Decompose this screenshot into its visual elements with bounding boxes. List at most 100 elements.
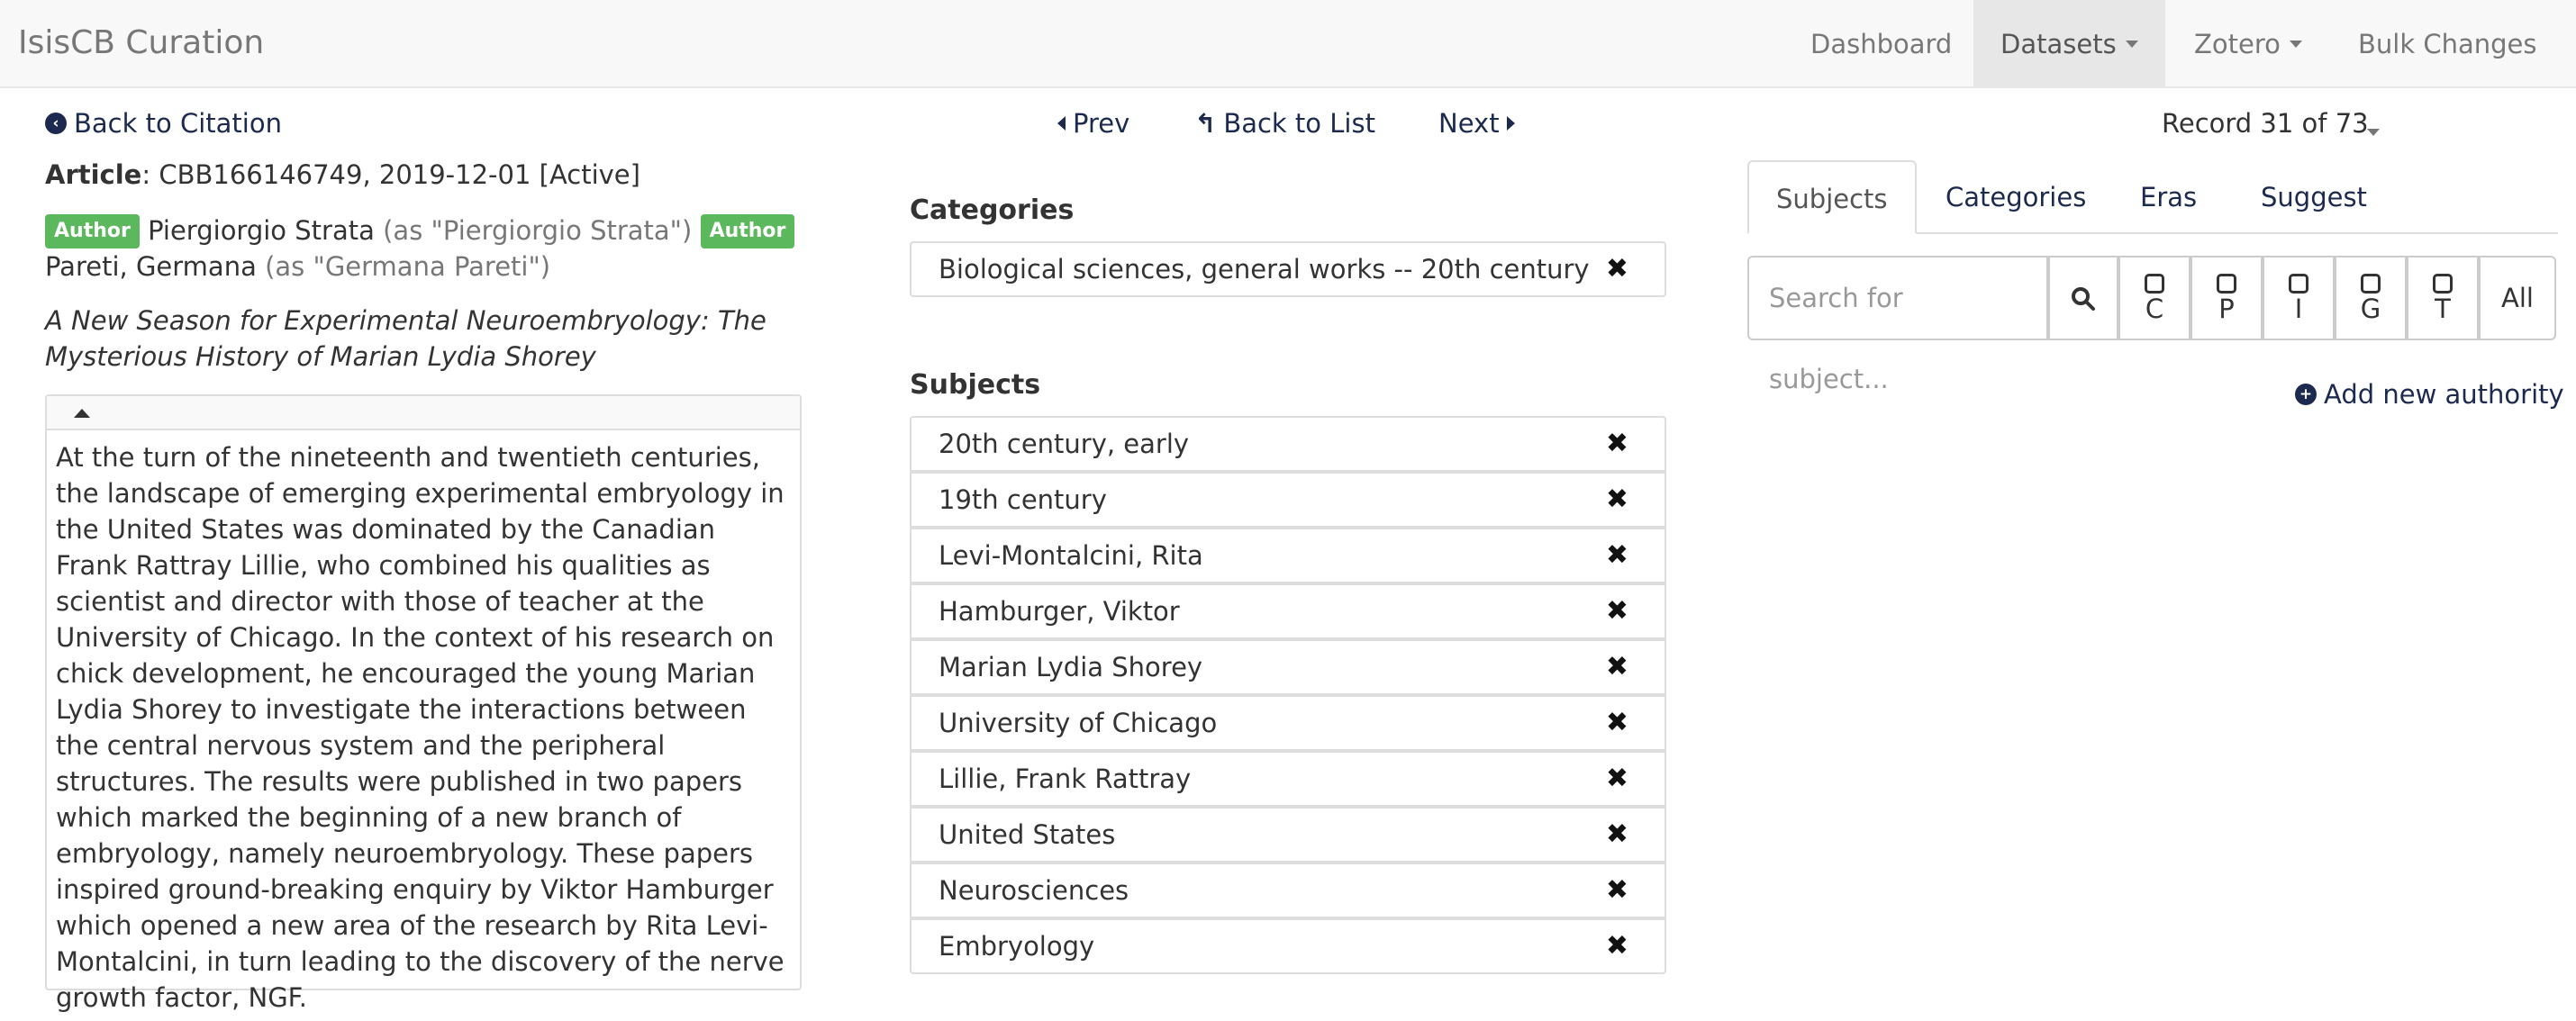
author-name: Pareti, Germana	[45, 251, 257, 282]
citation-title: A New Season for Experimental Neuroembry…	[45, 305, 766, 372]
tab-subjects[interactable]: Subjects	[1747, 160, 1917, 234]
subject-search-input[interactable]: Search for subject...	[1747, 256, 2048, 394]
checkbox-icon	[2289, 274, 2308, 294]
caret-down-icon	[2367, 129, 2380, 136]
filter-c-toggle[interactable]: C	[2118, 256, 2191, 340]
next-label: Next	[1438, 108, 1500, 139]
subject-item: Marian Lydia Shorey ✖	[910, 639, 1666, 695]
subject-item: 20th century, early ✖	[910, 416, 1666, 472]
subject-item: United States ✖	[910, 807, 1666, 863]
author-list: Author Piergiorgio Strata (as "Piergiorg…	[45, 212, 820, 285]
author-role-badge: Author	[45, 214, 140, 248]
subject-item: Neurosciences ✖	[910, 863, 1666, 918]
filter-label: C	[2145, 294, 2164, 324]
back-to-list-label: Back to List	[1223, 108, 1375, 139]
top-navbar: IsisCB Curation Dashboard Datasets Zoter…	[0, 0, 2576, 136]
filter-label: G	[2360, 294, 2381, 324]
filter-label: P	[2218, 294, 2235, 324]
back-to-citation-link[interactable]: ‹ Back to Citation	[45, 108, 282, 139]
filter-g-toggle[interactable]: G	[2335, 256, 2407, 340]
caret-down-icon	[2125, 41, 2138, 48]
abstract-text: At the turn of the nineteenth and twenti…	[56, 442, 785, 1013]
subject-item: Embryology ✖	[910, 918, 1666, 974]
tab-eras[interactable]: Eras	[2113, 160, 2224, 234]
x-icon[interactable]: ✖	[1606, 864, 1628, 917]
subject-label: Neurosciences	[939, 875, 1129, 906]
checkbox-icon	[2361, 274, 2381, 294]
x-icon[interactable]: ✖	[1606, 920, 1628, 972]
author-name: Piergiorgio Strata	[148, 215, 375, 246]
tab-categories[interactable]: Categories	[1918, 160, 2113, 234]
subject-label: 20th century, early	[939, 429, 1190, 459]
prev-label: Prev	[1073, 108, 1130, 139]
search-button[interactable]	[2048, 256, 2118, 340]
subject-label: Marian Lydia Shorey	[939, 652, 1203, 682]
nav-dashboard[interactable]: Dashboard	[1783, 0, 1979, 88]
subject-item: Levi-Montalcini, Rita ✖	[910, 528, 1666, 583]
article-info: Article: CBB166146749, 2019-12-01 [Activ…	[45, 159, 640, 190]
caret-up-icon	[74, 409, 90, 418]
article-id-date-status: : CBB166146749, 2019-12-01 [Active]	[141, 159, 640, 190]
x-icon[interactable]: ✖	[1606, 753, 1628, 805]
subject-label: Hamburger, Viktor	[939, 596, 1180, 627]
x-icon[interactable]: ✖	[1606, 585, 1628, 637]
x-icon[interactable]: ✖	[1606, 474, 1628, 526]
triangle-left-icon	[1057, 116, 1066, 131]
x-icon[interactable]: ✖	[1606, 529, 1628, 582]
filter-label: I	[2294, 294, 2303, 324]
plus-circle-icon: +	[2295, 384, 2317, 405]
magnifier-icon	[2072, 287, 2095, 311]
checkbox-icon	[2217, 274, 2236, 294]
subject-label: Levi-Montalcini, Rita	[939, 540, 1203, 571]
subject-label: Embryology	[939, 931, 1095, 962]
author-alias: (as "Germana Pareti")	[265, 251, 551, 282]
subject-item: University of Chicago ✖	[910, 695, 1666, 751]
subject-label: Lillie, Frank Rattray	[939, 763, 1192, 794]
prev-link[interactable]: Prev	[1057, 108, 1129, 139]
record-counter: Record 31 of 73	[2162, 108, 2369, 139]
filter-all-button[interactable]: All	[2479, 256, 2556, 340]
back-to-citation-label: Back to Citation	[74, 108, 282, 139]
filter-t-toggle[interactable]: T	[2407, 256, 2479, 340]
filter-p-toggle[interactable]: P	[2191, 256, 2263, 340]
nav-bulk-changes-label: Bulk Changes	[2358, 29, 2537, 59]
tab-suggest[interactable]: Suggest	[2234, 160, 2394, 234]
authority-tabs: Subjects Categories Eras Suggest	[1747, 160, 2558, 234]
category-label: Biological sciences, general works -- 20…	[939, 254, 1590, 285]
nav-datasets[interactable]: Datasets	[1973, 0, 2165, 88]
filter-label: T	[2435, 294, 2451, 324]
reply-arrow-icon: ↰	[1194, 108, 1217, 139]
subject-label: United States	[939, 819, 1116, 850]
x-icon[interactable]: ✖	[1606, 697, 1628, 749]
add-authority-label: Add new authority	[2324, 379, 2564, 410]
x-icon[interactable]: ✖	[1606, 641, 1628, 693]
abstract-panel: At the turn of the nineteenth and twenti…	[45, 394, 802, 1013]
nav-bulk-changes[interactable]: Bulk Changes	[2331, 0, 2576, 136]
abstract-collapse-toggle[interactable]	[47, 396, 800, 430]
x-icon[interactable]: ✖	[1606, 243, 1628, 295]
subjects-heading: Subjects	[910, 369, 1041, 401]
search-placeholder: Search for subject...	[1769, 283, 1903, 394]
add-new-authority-link[interactable]: + Add new authority	[2295, 379, 2564, 410]
brand-title[interactable]: IsisCB Curation	[18, 24, 264, 61]
next-link[interactable]: Next	[1438, 108, 1515, 139]
subject-item: 19th century ✖	[910, 472, 1666, 528]
x-icon[interactable]: ✖	[1606, 809, 1628, 861]
nav-zotero[interactable]: Zotero	[2167, 0, 2329, 88]
x-icon[interactable]: ✖	[1606, 418, 1628, 470]
filter-i-toggle[interactable]: I	[2263, 256, 2335, 340]
back-to-list-link[interactable]: ↰ Back to List	[1194, 108, 1375, 139]
author-role-badge: Author	[700, 214, 795, 248]
article-type: Article	[45, 159, 142, 190]
subject-item: Lillie, Frank Rattray ✖	[910, 751, 1666, 807]
subject-item: Hamburger, Viktor ✖	[910, 583, 1666, 639]
caret-down-icon	[2289, 41, 2302, 48]
nav-datasets-label: Datasets	[2000, 29, 2117, 59]
subject-label: 19th century	[939, 484, 1107, 515]
checkbox-icon	[2433, 274, 2453, 294]
nav-dashboard-label: Dashboard	[1810, 29, 1953, 59]
circle-arrow-left-icon: ‹	[45, 113, 67, 134]
subject-label: University of Chicago	[939, 708, 1218, 738]
author-alias: (as "Piergiorgio Strata")	[383, 215, 693, 246]
checkbox-icon	[2145, 274, 2164, 294]
